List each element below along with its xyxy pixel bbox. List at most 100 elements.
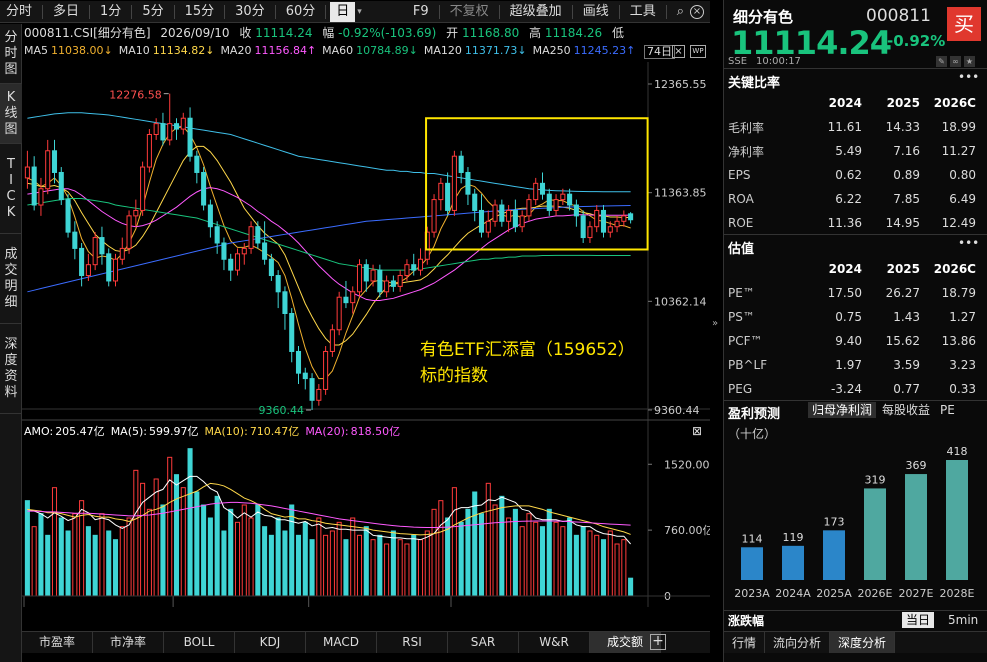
left-tab-2[interactable]: TICK xyxy=(0,144,22,234)
forecast-year: 2026E xyxy=(858,587,893,600)
indicator-tab-5[interactable]: RSI xyxy=(377,632,448,653)
volume-bar xyxy=(478,513,485,597)
forecast-tab-0[interactable]: 归母净利润 xyxy=(808,402,877,418)
toggle-5min[interactable]: 5min xyxy=(944,612,982,628)
volume-bar xyxy=(146,508,152,597)
separator xyxy=(571,4,573,19)
volume-bar xyxy=(397,539,403,597)
separator xyxy=(42,4,44,19)
volume-bar xyxy=(539,526,546,597)
ratios-header-blank xyxy=(724,91,804,115)
period-4[interactable]: 15分 xyxy=(179,2,221,22)
row-label: PCF™ xyxy=(728,334,763,348)
star-icon[interactable]: ★ xyxy=(964,56,975,67)
close-icon[interactable]: × xyxy=(690,4,704,19)
volume-bar xyxy=(302,521,308,597)
add-indicator-icon[interactable]: + xyxy=(650,634,666,650)
candle xyxy=(180,112,186,135)
tool-4[interactable]: 工具 xyxy=(624,2,662,22)
indicator-tab-6[interactable]: SAR xyxy=(448,632,519,653)
tool-2[interactable]: 超级叠加 xyxy=(504,2,568,22)
row-value: 18.99 xyxy=(941,120,976,134)
left-tab-char: T xyxy=(7,156,15,172)
period-dropdown-icon[interactable]: ▾ xyxy=(357,7,362,17)
candle xyxy=(573,199,579,227)
left-tab-char: 成 xyxy=(4,246,18,262)
indicator-tab-0[interactable]: 市盈率 xyxy=(22,632,93,653)
period-3[interactable]: 5分 xyxy=(136,2,169,22)
vol-ytick-label: 1520.00亿 xyxy=(664,458,710,471)
volume-bar xyxy=(363,526,369,597)
volume-bar xyxy=(160,504,166,597)
forecast-tab-2[interactable]: PE xyxy=(936,402,959,418)
period-group: 分时 多日 1分 5分 15分 30分 60分日 xyxy=(0,1,356,23)
year-col: 2024 xyxy=(828,96,862,110)
edit-icon[interactable]: ✎ xyxy=(936,56,947,67)
volume-bar xyxy=(499,495,505,597)
volume-bar xyxy=(492,504,498,597)
candle xyxy=(51,139,58,184)
indicator-tab-3[interactable]: KDJ xyxy=(235,632,306,653)
search-icon[interactable]: ⌕ xyxy=(677,4,684,19)
forecast-value: 369 xyxy=(906,459,927,472)
period-0[interactable]: 分时 xyxy=(0,2,38,22)
analysis-tab-2[interactable]: 深度分析 xyxy=(830,632,896,653)
row-label: PE™ xyxy=(728,286,755,300)
indicator-tab-7[interactable]: W&R xyxy=(519,632,590,653)
chain-icon[interactable]: ∞ xyxy=(950,56,961,67)
forecast-year: 2024A xyxy=(775,587,811,600)
toggle-today[interactable]: 当日 xyxy=(902,612,935,628)
candle xyxy=(45,139,51,195)
period-2[interactable]: 1分 xyxy=(94,2,127,22)
valuation-more-icon[interactable]: ••• xyxy=(958,236,979,250)
forecast-tab-1[interactable]: 每股收益 xyxy=(878,402,934,418)
forecast-bar xyxy=(823,530,845,580)
tool-1[interactable]: 不复权 xyxy=(444,2,495,22)
indicator-tab-1[interactable]: 市净率 xyxy=(93,632,164,653)
forecast-value: 114 xyxy=(742,532,763,545)
period-1[interactable]: 多日 xyxy=(47,2,85,22)
left-tab-0[interactable]: 分时图 xyxy=(0,24,22,84)
year-col: 2026C xyxy=(933,96,976,110)
indicator-tab-4[interactable]: MACD xyxy=(306,632,377,653)
ratios-more-icon[interactable]: ••• xyxy=(958,70,979,84)
candle xyxy=(160,112,166,146)
volume-bar xyxy=(573,534,579,597)
volume-bar xyxy=(370,539,376,597)
left-tab-char: 资 xyxy=(4,368,18,384)
candle xyxy=(262,221,268,265)
period-5[interactable]: 30分 xyxy=(229,2,271,22)
analysis-tab-0[interactable]: 行情 xyxy=(724,632,766,653)
left-tab-1[interactable]: K线图 xyxy=(0,84,22,144)
left-tab-3[interactable]: 成交明细 xyxy=(0,234,22,324)
left-tab-char: I xyxy=(9,172,13,188)
candle xyxy=(336,291,342,336)
volume-bar xyxy=(221,530,227,597)
period-7[interactable]: 日 xyxy=(330,1,356,22)
separator xyxy=(89,4,91,19)
period-6[interactable]: 60分 xyxy=(280,2,322,22)
indicator-tab-2[interactable]: BOLL xyxy=(164,632,235,653)
left-tab-4[interactable]: 深度资料 xyxy=(0,324,22,414)
volume-close-icon[interactable]: ⊠ xyxy=(692,424,702,438)
annotation-line-2: 标的指数 xyxy=(420,366,488,386)
ytick-label: 12365.55 xyxy=(654,78,707,91)
tool-0[interactable]: F9 xyxy=(407,2,435,22)
candle xyxy=(228,253,234,281)
tool-3[interactable]: 画线 xyxy=(577,2,615,22)
volume-bar xyxy=(587,530,593,597)
row-label: 净利率 xyxy=(728,144,765,159)
left-scroll-strip xyxy=(0,432,22,662)
analysis-tab-1[interactable]: 流向分析 xyxy=(765,632,831,653)
volume-bar xyxy=(560,526,566,597)
volume-bar xyxy=(268,534,274,597)
candle xyxy=(248,221,254,254)
volume-bar xyxy=(580,526,586,597)
buy-button[interactable]: 买 xyxy=(947,7,981,41)
sidebar-toggle[interactable]: » xyxy=(712,318,718,329)
volume-bar xyxy=(201,504,207,597)
table-row: ROE 11.36 14.95 12.49 xyxy=(724,211,976,235)
ratios-table: 2024 2025 2026C 毛利率 11.61 14.33 18.99 净利率 5.49 7… xyxy=(724,91,976,235)
row-value: 0.62 xyxy=(835,168,862,182)
candle xyxy=(621,210,627,227)
